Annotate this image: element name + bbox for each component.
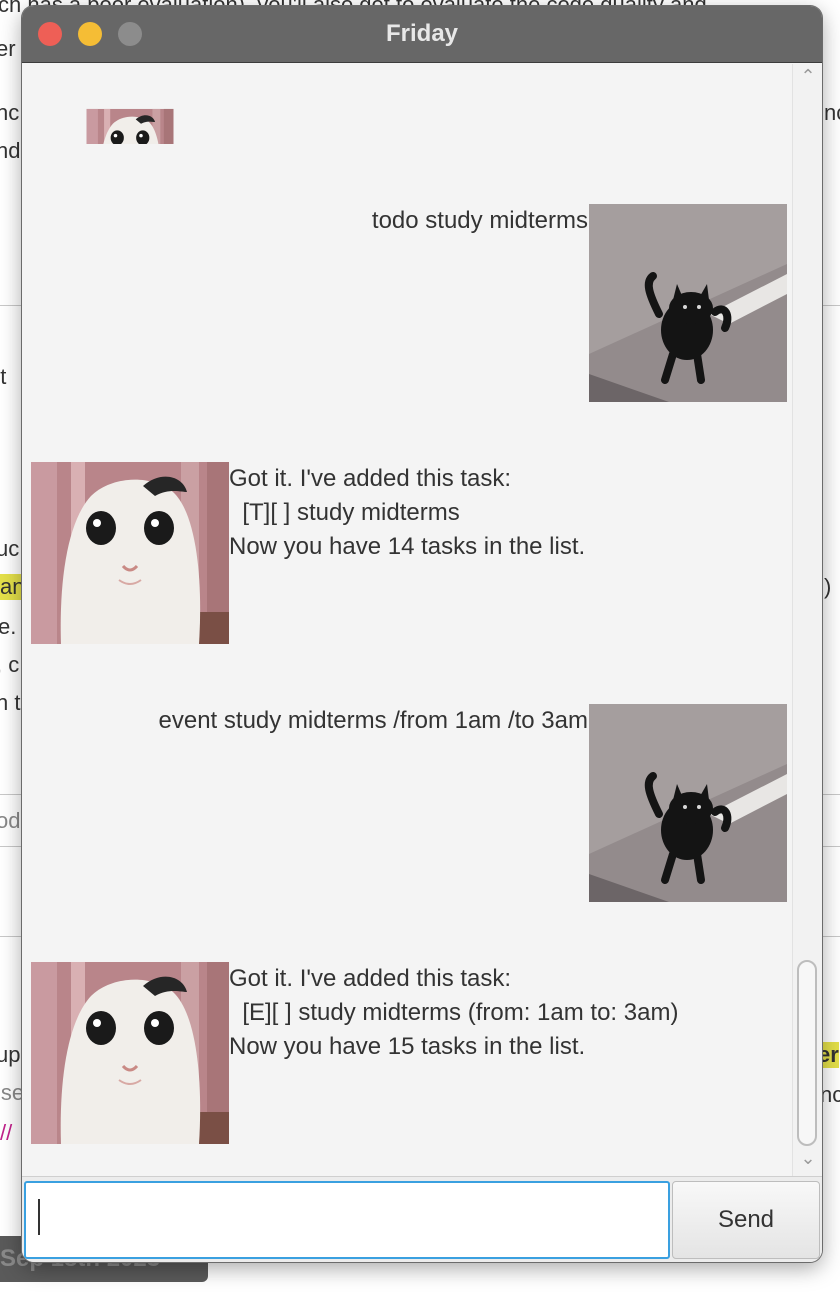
bg-text: ): [824, 574, 832, 599]
bg-text: n t: [0, 690, 21, 715]
user-message: todo study midterms: [371, 207, 588, 234]
friday-message: Got it. I've added this task: [T][ ] stu…: [229, 465, 586, 560]
bg-text: 't: [0, 364, 7, 389]
bg-text: nc: [0, 100, 20, 125]
input-bar: Send: [22, 1176, 822, 1262]
message-input[interactable]: [24, 1181, 670, 1259]
app-window: Friday todo study midterms Got it. I've …: [22, 6, 822, 1262]
title-bar[interactable]: Friday: [22, 6, 822, 63]
bg-text: od: [0, 808, 21, 833]
chevron-down-icon[interactable]: ⌄: [793, 1148, 822, 1169]
bg-text: up: [0, 1042, 21, 1067]
bg-text: nc: [820, 1082, 840, 1107]
bg-text: e.: [0, 614, 17, 639]
text-caret: [38, 1199, 40, 1235]
send-button[interactable]: Send: [672, 1181, 820, 1259]
bg-text: uc: [0, 536, 20, 561]
friday-avatar: [31, 962, 229, 1144]
scrollbar-thumb[interactable]: [797, 960, 817, 1146]
chat-area: todo study midterms Got it. I've added t…: [22, 64, 792, 1176]
bg-text: nc: [824, 100, 840, 125]
user-avatar: [589, 204, 787, 402]
bg-text: nd: [0, 138, 21, 163]
bg-text: //: [0, 1120, 13, 1145]
window-title: Friday: [385, 20, 459, 47]
friday-message: Got it. I've added this task: [E][ ] stu…: [229, 965, 679, 1060]
bg-text: er: [0, 36, 16, 61]
chat-scrollbar[interactable]: ⌃ ⌄: [792, 64, 822, 1176]
bg-text: ise: [0, 1080, 25, 1105]
bg-text: , c: [0, 652, 20, 677]
bg-text: an: [0, 574, 25, 600]
user-avatar: [589, 704, 787, 902]
user-message: event study midterms /from 1am /to 3am: [158, 707, 588, 734]
friday-avatar: [31, 462, 229, 644]
friday-avatar: [31, 64, 229, 144]
chevron-up-icon[interactable]: ⌃: [793, 66, 822, 87]
